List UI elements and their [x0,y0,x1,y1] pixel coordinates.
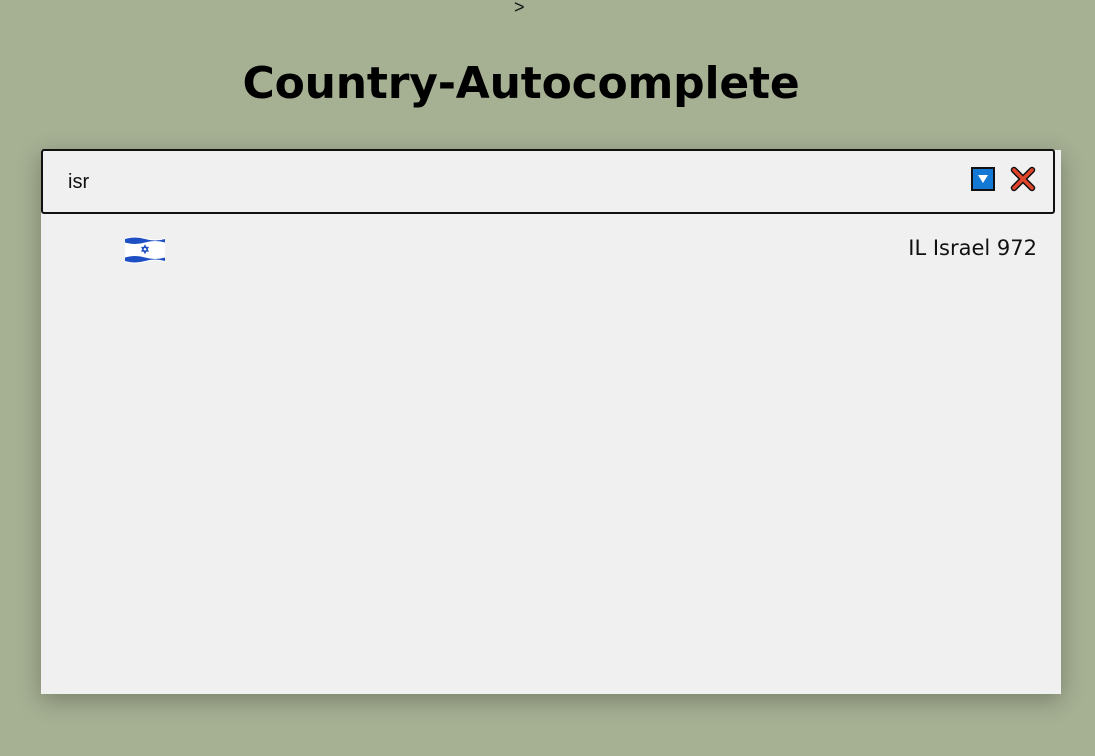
results-list: IL Israel 972 [41,214,1061,284]
chevron-down-icon [978,175,988,183]
country-search-input[interactable] [68,167,948,197]
stray-text: > [514,0,525,17]
dropdown-toggle-button[interactable] [971,167,995,191]
israel-flag-icon [125,236,165,264]
clear-button[interactable] [1009,165,1037,193]
result-label: IL Israel 972 [908,236,1037,260]
close-icon [1010,166,1036,192]
page-title: Country-Autocomplete [242,58,800,109]
result-item-israel[interactable]: IL Israel 972 [41,214,1061,284]
country-search-box [41,149,1055,214]
